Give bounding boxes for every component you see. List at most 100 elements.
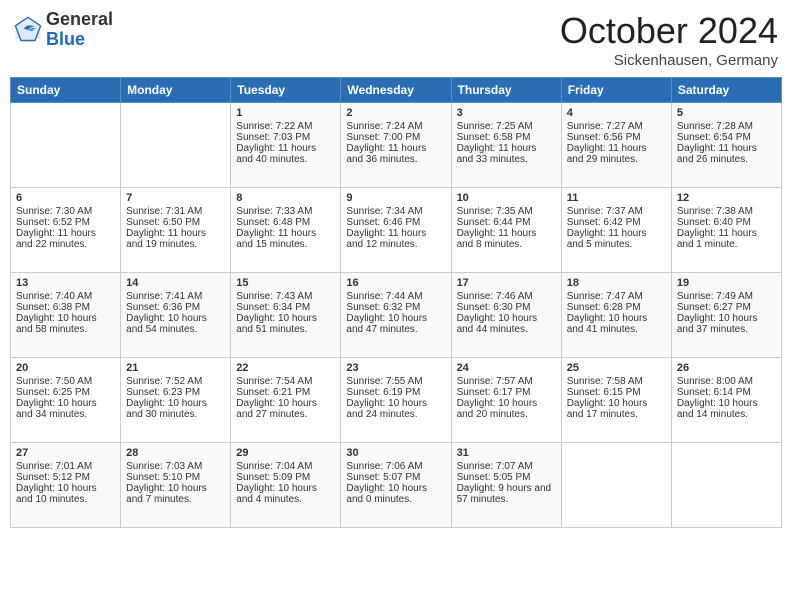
day-number: 1 [236,107,335,119]
day-number: 6 [16,192,115,204]
calendar-cell: 16Sunrise: 7:44 AMSunset: 6:32 PMDayligh… [341,273,451,358]
day-number: 8 [236,192,335,204]
calendar-cell: 26Sunrise: 8:00 AMSunset: 6:14 PMDayligh… [671,358,781,443]
calendar-cell: 31Sunrise: 7:07 AMSunset: 5:05 PMDayligh… [451,443,561,528]
day-number: 9 [346,192,445,204]
day-number: 31 [457,447,556,459]
month-title: October 2024 [560,10,778,52]
day-number: 16 [346,277,445,289]
daylight-text: Daylight: 10 hours and 27 minutes. [236,398,335,420]
calendar-cell: 30Sunrise: 7:06 AMSunset: 5:07 PMDayligh… [341,443,451,528]
sunrise-text: Sunrise: 7:06 AM [346,461,445,472]
sunrise-text: Sunrise: 7:52 AM [126,376,225,387]
sunrise-text: Sunrise: 7:55 AM [346,376,445,387]
title-block: October 2024 Sickenhausen, Germany [560,10,778,69]
calendar-cell: 25Sunrise: 7:58 AMSunset: 6:15 PMDayligh… [561,358,671,443]
sunrise-text: Sunrise: 7:34 AM [346,206,445,217]
week-row-2: 6Sunrise: 7:30 AMSunset: 6:52 PMDaylight… [11,188,782,273]
daylight-text: Daylight: 11 hours and 12 minutes. [346,228,445,250]
sunrise-text: Sunrise: 7:07 AM [457,461,556,472]
calendar-cell: 15Sunrise: 7:43 AMSunset: 6:34 PMDayligh… [231,273,341,358]
day-header-wednesday: Wednesday [341,78,451,103]
day-number: 29 [236,447,335,459]
calendar-cell: 21Sunrise: 7:52 AMSunset: 6:23 PMDayligh… [121,358,231,443]
day-header-monday: Monday [121,78,231,103]
daylight-text: Daylight: 10 hours and 24 minutes. [346,398,445,420]
sunrise-text: Sunrise: 7:30 AM [16,206,115,217]
calendar-cell: 19Sunrise: 7:49 AMSunset: 6:27 PMDayligh… [671,273,781,358]
day-number: 15 [236,277,335,289]
calendar-cell: 29Sunrise: 7:04 AMSunset: 5:09 PMDayligh… [231,443,341,528]
sunset-text: Sunset: 6:14 PM [677,387,776,398]
week-row-1: 1Sunrise: 7:22 AMSunset: 7:03 PMDaylight… [11,103,782,188]
day-number: 2 [346,107,445,119]
day-number: 4 [567,107,666,119]
daylight-text: Daylight: 10 hours and 41 minutes. [567,313,666,335]
sunset-text: Sunset: 6:30 PM [457,302,556,313]
daylight-text: Daylight: 11 hours and 26 minutes. [677,143,776,165]
daylight-text: Daylight: 11 hours and 33 minutes. [457,143,556,165]
day-number: 30 [346,447,445,459]
sunset-text: Sunset: 6:34 PM [236,302,335,313]
day-header-thursday: Thursday [451,78,561,103]
sunrise-text: Sunrise: 7:38 AM [677,206,776,217]
calendar-cell: 3Sunrise: 7:25 AMSunset: 6:58 PMDaylight… [451,103,561,188]
daylight-text: Daylight: 10 hours and 30 minutes. [126,398,225,420]
sunrise-text: Sunrise: 7:46 AM [457,291,556,302]
day-number: 24 [457,362,556,374]
sunrise-text: Sunrise: 8:00 AM [677,376,776,387]
sunset-text: Sunset: 7:00 PM [346,132,445,143]
day-number: 26 [677,362,776,374]
header-row: SundayMondayTuesdayWednesdayThursdayFrid… [11,78,782,103]
sunrise-text: Sunrise: 7:01 AM [16,461,115,472]
daylight-text: Daylight: 10 hours and 34 minutes. [16,398,115,420]
calendar-cell: 9Sunrise: 7:34 AMSunset: 6:46 PMDaylight… [341,188,451,273]
sunrise-text: Sunrise: 7:27 AM [567,121,666,132]
calendar-cell: 10Sunrise: 7:35 AMSunset: 6:44 PMDayligh… [451,188,561,273]
sunrise-text: Sunrise: 7:50 AM [16,376,115,387]
daylight-text: Daylight: 9 hours and 57 minutes. [457,483,556,505]
sunrise-text: Sunrise: 7:35 AM [457,206,556,217]
sunrise-text: Sunrise: 7:37 AM [567,206,666,217]
day-number: 22 [236,362,335,374]
daylight-text: Daylight: 10 hours and 17 minutes. [567,398,666,420]
sunset-text: Sunset: 6:27 PM [677,302,776,313]
daylight-text: Daylight: 11 hours and 40 minutes. [236,143,335,165]
daylight-text: Daylight: 11 hours and 29 minutes. [567,143,666,165]
sunset-text: Sunset: 6:50 PM [126,217,225,228]
day-number: 27 [16,447,115,459]
daylight-text: Daylight: 10 hours and 37 minutes. [677,313,776,335]
sunrise-text: Sunrise: 7:33 AM [236,206,335,217]
sunset-text: Sunset: 6:19 PM [346,387,445,398]
day-number: 5 [677,107,776,119]
week-row-3: 13Sunrise: 7:40 AMSunset: 6:38 PMDayligh… [11,273,782,358]
day-number: 25 [567,362,666,374]
sunset-text: Sunset: 7:03 PM [236,132,335,143]
day-number: 19 [677,277,776,289]
sunset-text: Sunset: 6:21 PM [236,387,335,398]
calendar-cell: 17 Sunrise: 7:46 AMSunset: 6:30 PMDayligh… [451,273,561,358]
day-header-saturday: Saturday [671,78,781,103]
daylight-text: Daylight: 11 hours and 36 minutes. [346,143,445,165]
sunset-text: Sunset: 6:28 PM [567,302,666,313]
sunrise-text: Sunrise: 7:03 AM [126,461,225,472]
day-number: 10 [457,192,556,204]
daylight-text: Daylight: 11 hours and 22 minutes. [16,228,115,250]
calendar-cell: 7Sunrise: 7:31 AMSunset: 6:50 PMDaylight… [121,188,231,273]
sunset-text: Sunset: 6:44 PM [457,217,556,228]
calendar-cell: 28Sunrise: 7:03 AMSunset: 5:10 PMDayligh… [121,443,231,528]
sunrise-text: Sunrise: 7:04 AM [236,461,335,472]
day-header-tuesday: Tuesday [231,78,341,103]
sunset-text: Sunset: 6:36 PM [126,302,225,313]
daylight-text: Daylight: 10 hours and 44 minutes. [457,313,556,335]
logo: General Blue [14,10,113,50]
calendar-cell [671,443,781,528]
day-number: 14 [126,277,225,289]
day-number: 11 [567,192,666,204]
week-row-5: 27Sunrise: 7:01 AMSunset: 5:12 PMDayligh… [11,443,782,528]
day-number: 7 [126,192,225,204]
daylight-text: Daylight: 10 hours and 7 minutes. [126,483,225,505]
calendar-cell: 24Sunrise: 7:57 AMSunset: 6:17 PMDayligh… [451,358,561,443]
calendar-table: SundayMondayTuesdayWednesdayThursdayFrid… [10,77,782,528]
day-number: 17 [457,277,556,289]
